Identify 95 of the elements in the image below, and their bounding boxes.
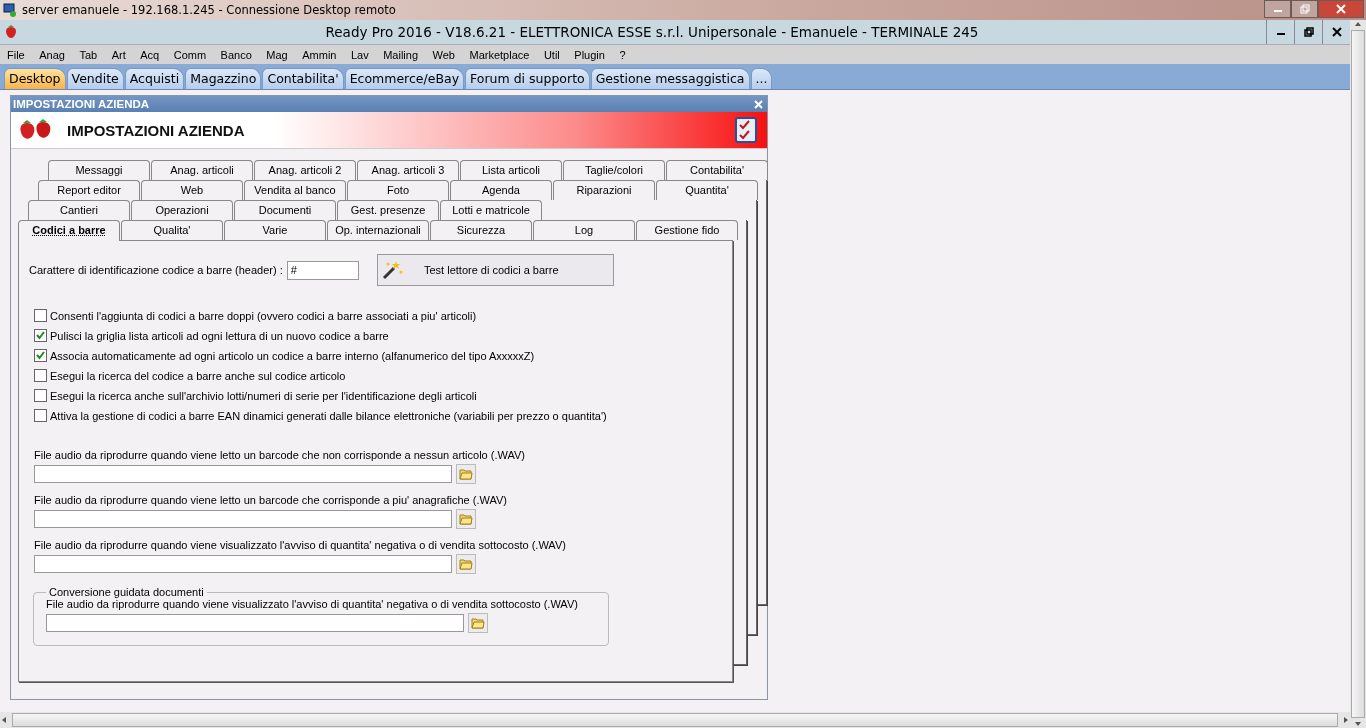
checkbox[interactable] — [34, 369, 47, 382]
header-char-field[interactable]: # — [286, 260, 359, 280]
tab[interactable]: Gestione fido — [636, 220, 738, 240]
magic-wand-icon — [381, 260, 404, 280]
tab[interactable]: Vendita al banco — [244, 180, 346, 200]
tab[interactable]: Contabilita' — [666, 160, 768, 180]
menu-item[interactable]: File — [7, 48, 25, 61]
field-label: File audio da riprodurre quando viene letto un barcode che non corrisponde a nessun articolo (.WAV) — [34, 449, 526, 461]
tab[interactable]: Report editor — [38, 180, 140, 200]
menu-item[interactable]: Mag — [266, 48, 288, 61]
close-icon — [1336, 4, 1346, 14]
monitor-icon — [3, 3, 17, 17]
tab[interactable]: Desktop — [4, 68, 66, 89]
window-title: IMPOSTAZIONI AZIENDA — [13, 98, 150, 110]
tab[interactable]: Foto — [347, 180, 449, 200]
file-path-field[interactable] — [34, 510, 452, 528]
tab[interactable]: Acquisti — [124, 68, 185, 89]
tab[interactable]: Anag. articoli 2 — [254, 160, 356, 180]
tab[interactable]: Web — [141, 180, 243, 200]
field-label: File audio da riprodurre quando viene visualizzato l'avviso di quantita' negativa o di vendita sottocosto (.WAV) — [34, 539, 567, 551]
strawberry-icon — [4, 24, 18, 40]
tab[interactable]: Anag. articoli 3 — [357, 160, 459, 180]
tab[interactable]: Op. internazionali — [327, 220, 429, 240]
tab[interactable]: Cantieri — [28, 200, 130, 220]
up-arrow-icon[interactable] — [1354, 20, 1362, 28]
menu-item[interactable]: Util — [543, 48, 560, 61]
checkbox-label: Attiva la gestione di codici a barre EAN dinamici generati dalle bilance elettroniche (variabili per prezzo o quantita') — [50, 409, 607, 422]
menu-item[interactable]: Plugin — [574, 48, 605, 61]
menu-item[interactable]: Ammin — [302, 48, 337, 61]
tab[interactable]: Quantita' — [656, 180, 758, 200]
tab[interactable]: Ecommerce/eBay — [344, 68, 465, 89]
checkbox-label: Consenti l'aggiunta di codici a barre doppi (ovvero codici a barre associati a piu' articoli) — [50, 309, 477, 322]
tab[interactable]: Agenda — [450, 180, 552, 200]
tab[interactable]: Qualita' — [121, 220, 223, 240]
vertical-scrollbar[interactable] — [1350, 20, 1366, 728]
checkbox[interactable] — [34, 389, 47, 402]
tab[interactable]: Codici a barre — [18, 220, 120, 241]
file-path-field[interactable] — [34, 555, 452, 573]
tab[interactable]: Anag. articoli — [151, 160, 253, 180]
menu-item[interactable]: Web — [432, 48, 455, 61]
checkbox-label: Esegui la ricerca del codice a barre anche sul codice articolo — [50, 369, 346, 382]
header-title: IMPOSTAZIONI AZIENDA — [67, 121, 245, 139]
tab[interactable]: Riparazioni — [553, 180, 655, 200]
checkbox-label: Associa automaticamente ad ogni articolo un codice a barre interno (alfanumerico del tipo AxxxxxZ) — [50, 349, 535, 362]
tab[interactable]: Messaggi — [48, 160, 150, 180]
checkbox-label: Pulisci la griglia lista articoli ad ogni lettura di un nuovo codice a barre — [50, 329, 389, 342]
horizontal-scrollbar[interactable] — [0, 712, 1350, 728]
tab[interactable]: Operazioni — [131, 200, 233, 220]
menu-item[interactable]: Banco — [220, 48, 252, 61]
tab[interactable]: Forum di supporto — [465, 68, 590, 89]
tab[interactable]: ... — [750, 68, 773, 89]
menu-item[interactable]: Lav — [350, 48, 369, 61]
checkbox-label: Esegui la ricerca anche sull'archivio lotti/numeri di serie per l'identificazione degli articoli — [50, 389, 477, 402]
close-icon[interactable] — [754, 99, 763, 109]
tab[interactable]: Taglie/colori — [563, 160, 665, 180]
field-label: Carattere di identificazione codice a barre (header) : — [29, 264, 283, 276]
menu-item[interactable]: Tab — [79, 48, 98, 61]
tab[interactable]: Lotti e matricole — [440, 200, 542, 220]
restore-icon — [1303, 27, 1314, 37]
field-label: File audio da riprodurre quando viene visualizzato l'avviso di quantita' negativa o di vendita sottocosto (.WAV) — [46, 598, 579, 610]
file-path-field[interactable] — [46, 614, 464, 632]
checklist-icon — [735, 117, 757, 143]
left-arrow-icon[interactable] — [0, 716, 8, 724]
tab[interactable]: Gestione messaggistica — [590, 68, 750, 89]
menu-item[interactable]: ? — [619, 48, 626, 61]
window-title: server emanuele - 192.168.1.245 - Connessione Desktop remoto — [22, 3, 396, 17]
checkbox[interactable] — [34, 409, 47, 422]
menu-item[interactable]: Anag — [39, 48, 65, 61]
tab[interactable]: Magazzino — [185, 68, 262, 89]
menu-item[interactable]: Marketplace — [469, 48, 530, 61]
tab[interactable]: Lista articoli — [460, 160, 562, 180]
tab[interactable]: Documenti — [234, 200, 336, 220]
right-arrow-icon[interactable] — [1342, 716, 1350, 724]
tab[interactable]: Sicurezza — [430, 220, 532, 240]
down-arrow-icon[interactable] — [1354, 720, 1362, 728]
checkbox[interactable] — [34, 329, 47, 342]
tab[interactable]: Varie — [224, 220, 326, 240]
tab[interactable]: Vendite — [66, 68, 124, 89]
minimize-button[interactable] — [1264, 0, 1291, 18]
field-label: File audio da riprodurre quando viene letto un barcode che corrisponde a piu' anagrafiche (.WAV) — [34, 494, 508, 506]
app-title: Ready Pro 2016 - V18.6.21 - ELETTRONICA ESSE s.r.l. Unipersonale - Emanuele - TERMINALE 245 — [324, 24, 980, 40]
group-title: Conversione guidata documenti — [48, 586, 205, 598]
restore-icon — [1299, 4, 1310, 14]
close-icon — [1331, 27, 1342, 37]
checkbox[interactable] — [34, 349, 47, 362]
tab[interactable]: Contabilita' — [262, 68, 344, 89]
tab[interactable]: Log — [533, 220, 635, 240]
file-path-field[interactable] — [34, 465, 452, 483]
menu-item[interactable]: Acq — [140, 48, 160, 61]
menu-item[interactable]: Art — [111, 48, 126, 61]
checkbox[interactable] — [34, 309, 47, 322]
menu-item[interactable]: Comm — [173, 48, 207, 61]
test-reader-button[interactable]: Test lettore di codici a barre — [376, 254, 614, 286]
menu-item[interactable]: Mailing — [383, 48, 419, 61]
tab[interactable]: Gest. presenze — [337, 200, 439, 220]
